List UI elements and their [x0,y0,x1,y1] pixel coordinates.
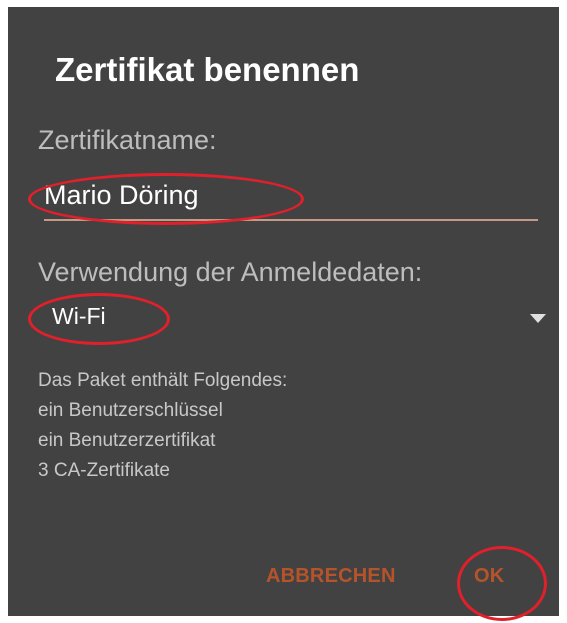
package-contents-heading: Das Paket enthält Folgendes: [38,370,288,391]
package-item: ein Benutzerschlüssel [38,400,223,421]
cancel-button[interactable]: ABBRECHEN [266,565,396,588]
dropdown-arrow-icon[interactable] [530,314,546,323]
credential-usage-value: Wi-Fi [52,303,106,329]
name-certificate-dialog: Zertifikat benennen Zertifikatname: Verw… [8,7,559,621]
credential-usage-dropdown[interactable]: Wi-Fi [38,297,546,341]
package-item: ein Benutzerzertifikat [38,430,216,451]
credential-usage-label: Verwendung der Anmeldedaten: [38,257,423,287]
dialog-title: Zertifikat benennen [55,51,360,88]
certificate-name-label: Zertifikatname: [38,125,217,155]
ok-button[interactable]: OK [474,565,504,588]
package-item: 3 CA-Zertifikate [38,460,170,481]
certificate-name-input[interactable] [44,175,538,221]
